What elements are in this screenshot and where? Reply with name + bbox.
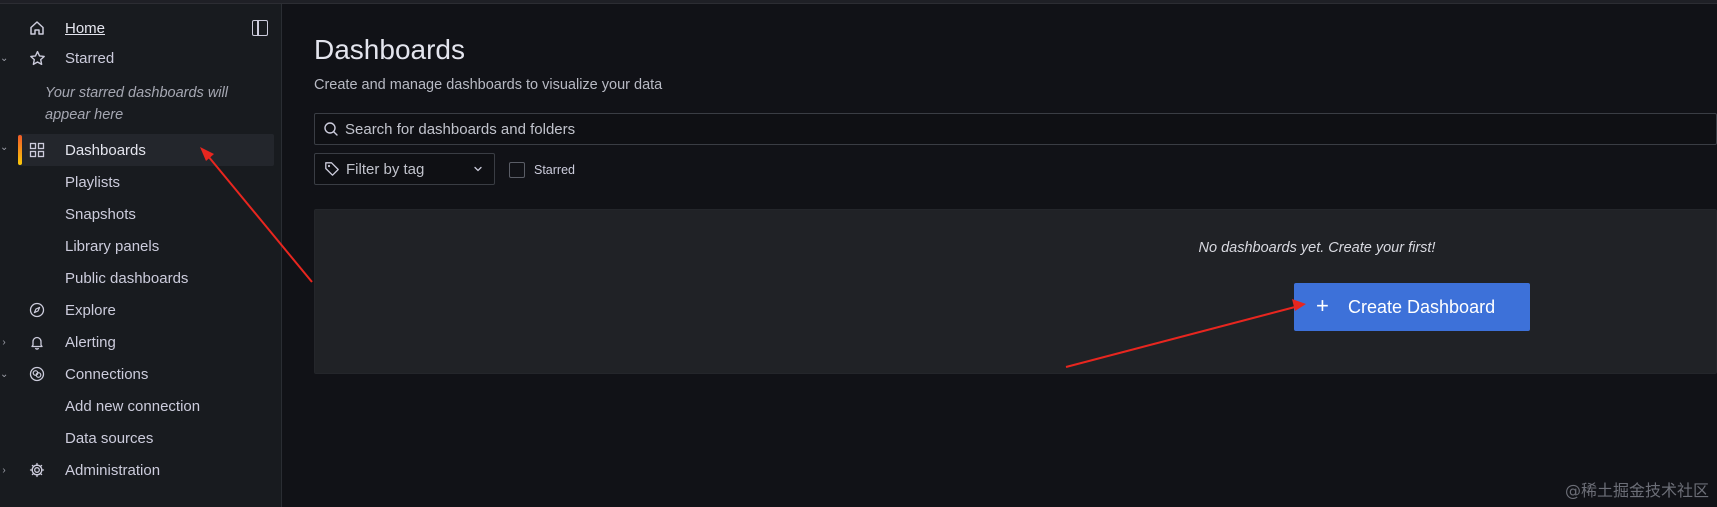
chevron-right-icon[interactable]: › — [0, 337, 8, 348]
sidebar-item-home[interactable]: Home — [0, 12, 274, 44]
sidebar-item-label: Administration — [65, 461, 161, 479]
tag-filter-label: Filter by tag — [346, 160, 425, 178]
star-icon — [28, 49, 46, 67]
gear-icon — [28, 461, 46, 479]
create-dashboard-button[interactable]: + Create Dashboard — [1294, 283, 1530, 331]
sidebar-item-explore[interactable]: Explore — [0, 294, 274, 326]
sidebar-item-label: Library panels — [65, 237, 160, 255]
home-icon — [28, 19, 46, 37]
chevron-down-icon[interactable]: ⌄ — [0, 142, 8, 153]
main-content: Dashboards Create and manage dashboards … — [283, 4, 1717, 507]
sidebar-nav: Home ⌄ Starred Your starred dashboards w… — [0, 4, 282, 507]
page-subtitle: Create and manage dashboards to visualiz… — [314, 77, 663, 93]
sidebar-item-label: Data sources — [65, 429, 154, 447]
chevron-down-icon[interactable]: ⌄ — [0, 53, 8, 64]
sidebar-item-playlists[interactable]: Playlists — [0, 166, 274, 198]
tag-filter-select[interactable]: Filter by tag — [314, 153, 495, 185]
sidebar-item-label: Explore — [65, 301, 116, 319]
grid-icon — [28, 141, 46, 159]
starred-empty-message: Your starred dashboards will appear here — [45, 85, 228, 123]
starred-checkbox-label: Starred — [534, 163, 575, 177]
sidebar-item-add-new-connection[interactable]: Add new connection — [0, 390, 274, 422]
sidebar-item-library-panels[interactable]: Library panels — [0, 230, 274, 262]
compass-icon — [28, 301, 46, 319]
sidebar-item-starred[interactable]: ⌄ Starred — [0, 42, 274, 74]
watermark: @稀土掘金技术社区 — [1564, 481, 1709, 500]
tag-icon — [324, 161, 340, 182]
bell-icon — [28, 333, 46, 351]
sidebar-item-label: Dashboards — [65, 141, 146, 159]
sidebar-item-label: Starred — [65, 49, 115, 67]
empty-state-panel: No dashboards yet. Create your first! + … — [314, 209, 1717, 374]
search-icon — [323, 121, 339, 142]
sidebar-item-administration[interactable]: › Administration — [0, 454, 274, 486]
sidebar-item-alerting[interactable]: › Alerting — [0, 326, 274, 358]
starred-checkbox[interactable] — [509, 162, 525, 178]
search-input[interactable] — [345, 114, 1705, 144]
sidebar-item-dashboards[interactable]: Dashboards — [18, 134, 274, 166]
sidebar-item-label: Playlists — [65, 173, 121, 191]
sidebar-item-label: Snapshots — [65, 205, 136, 223]
chevron-down-icon[interactable]: ⌄ — [0, 369, 8, 380]
sidebar-item-connections[interactable]: ⌄ Connections — [0, 358, 274, 390]
search-box[interactable] — [314, 113, 1717, 145]
sidebar-item-public-dashboards[interactable]: Public dashboards — [0, 262, 274, 294]
sidebar-item-label: Home — [65, 19, 106, 37]
create-dashboard-label: Create Dashboard — [1348, 297, 1496, 317]
chevron-down-icon — [472, 162, 484, 180]
plus-icon: + — [1316, 293, 1329, 318]
connections-icon — [28, 365, 46, 383]
chevron-right-icon[interactable]: › — [0, 465, 8, 476]
sidebar-item-label: Public dashboards — [65, 269, 189, 287]
sidebar-item-label: Alerting — [65, 333, 116, 351]
sidebar-item-label: Connections — [65, 365, 149, 383]
sidebar-item-data-sources[interactable]: Data sources — [0, 422, 274, 454]
sidebar-item-label: Add new connection — [65, 397, 201, 415]
empty-state-message: No dashboards yet. Create your first! — [1198, 240, 1436, 256]
page-title: Dashboards — [314, 34, 465, 65]
sidebar-item-snapshots[interactable]: Snapshots — [0, 198, 274, 230]
